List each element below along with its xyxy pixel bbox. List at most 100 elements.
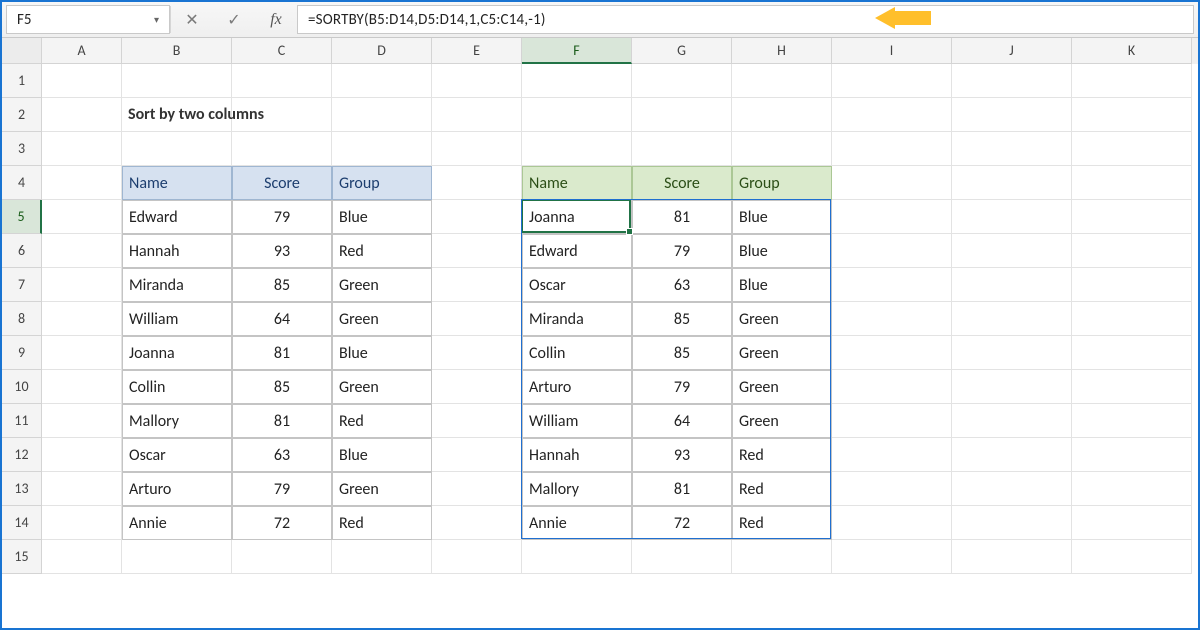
row-header-12[interactable]: 12 xyxy=(2,438,42,472)
cell-F2[interactable] xyxy=(522,98,632,132)
table-cell[interactable]: 81 xyxy=(232,336,332,370)
cell-J14[interactable] xyxy=(952,506,1072,540)
table-cell[interactable]: 79 xyxy=(232,472,332,506)
table-cell[interactable]: Joanna xyxy=(122,336,232,370)
cell-I13[interactable] xyxy=(832,472,952,506)
cell-F3[interactable] xyxy=(522,132,632,166)
table-header[interactable]: Score xyxy=(232,166,332,200)
cell-E10[interactable] xyxy=(432,370,522,404)
table-cell[interactable]: Collin xyxy=(122,370,232,404)
cell-G2[interactable] xyxy=(632,98,732,132)
row-header-14[interactable]: 14 xyxy=(2,506,42,540)
table-cell[interactable]: 93 xyxy=(632,438,732,472)
column-header-I[interactable]: I xyxy=(832,38,952,64)
table-cell[interactable]: Hannah xyxy=(522,438,632,472)
cell-K13[interactable] xyxy=(1072,472,1192,506)
cell-A6[interactable] xyxy=(42,234,122,268)
cell-A8[interactable] xyxy=(42,302,122,336)
cell-J10[interactable] xyxy=(952,370,1072,404)
cell-J8[interactable] xyxy=(952,302,1072,336)
cell-K15[interactable] xyxy=(1072,540,1192,574)
table-cell[interactable]: Collin xyxy=(522,336,632,370)
cell-E15[interactable] xyxy=(432,540,522,574)
table-cell[interactable]: Oscar xyxy=(122,438,232,472)
spreadsheet-grid[interactable]: ABCDEFGHIJK 12Sort by two columns34NameS… xyxy=(2,38,1198,574)
table-cell[interactable]: Blue xyxy=(332,438,432,472)
cell-I14[interactable] xyxy=(832,506,952,540)
table-cell[interactable]: Red xyxy=(332,506,432,540)
column-header-C[interactable]: C xyxy=(232,38,332,64)
cell-E2[interactable] xyxy=(432,98,522,132)
row-header-9[interactable]: 9 xyxy=(2,336,42,370)
cell-K7[interactable] xyxy=(1072,268,1192,302)
column-header-H[interactable]: H xyxy=(732,38,832,64)
table-cell[interactable]: Miranda xyxy=(522,302,632,336)
cell-C1[interactable] xyxy=(232,64,332,98)
cell-I6[interactable] xyxy=(832,234,952,268)
row-header-3[interactable]: 3 xyxy=(2,132,42,166)
cell-K5[interactable] xyxy=(1072,200,1192,234)
cell-E6[interactable] xyxy=(432,234,522,268)
table-cell[interactable]: 79 xyxy=(632,234,732,268)
row-header-8[interactable]: 8 xyxy=(2,302,42,336)
table-cell[interactable]: Green xyxy=(332,268,432,302)
cell-A1[interactable] xyxy=(42,64,122,98)
table-header[interactable]: Group xyxy=(732,166,832,200)
cell-J4[interactable] xyxy=(952,166,1072,200)
cell-J1[interactable] xyxy=(952,64,1072,98)
cell-E8[interactable] xyxy=(432,302,522,336)
column-header-F[interactable]: F xyxy=(522,38,632,64)
cell-J15[interactable] xyxy=(952,540,1072,574)
table-cell[interactable]: 63 xyxy=(632,268,732,302)
cell-D1[interactable] xyxy=(332,64,432,98)
table-cell[interactable]: 64 xyxy=(232,302,332,336)
table-cell[interactable]: Red xyxy=(332,404,432,438)
cell-J11[interactable] xyxy=(952,404,1072,438)
cell-E13[interactable] xyxy=(432,472,522,506)
cell-A5[interactable] xyxy=(42,200,122,234)
cell-J9[interactable] xyxy=(952,336,1072,370)
cell-E14[interactable] xyxy=(432,506,522,540)
column-header-B[interactable]: B xyxy=(122,38,232,64)
table-cell[interactable]: Annie xyxy=(522,506,632,540)
cell-J3[interactable] xyxy=(952,132,1072,166)
table-cell[interactable]: 79 xyxy=(232,200,332,234)
table-cell[interactable]: Green xyxy=(732,370,832,404)
cell-G1[interactable] xyxy=(632,64,732,98)
table-cell[interactable]: 81 xyxy=(632,472,732,506)
cell-A14[interactable] xyxy=(42,506,122,540)
select-all-corner[interactable] xyxy=(2,38,42,64)
cell-C15[interactable] xyxy=(232,540,332,574)
table-cell[interactable]: Edward xyxy=(522,234,632,268)
cell-H1[interactable] xyxy=(732,64,832,98)
row-header-5[interactable]: 5 xyxy=(2,200,42,234)
cell-I4[interactable] xyxy=(832,166,952,200)
cell-A3[interactable] xyxy=(42,132,122,166)
row-header-1[interactable]: 1 xyxy=(2,64,42,98)
cell-H15[interactable] xyxy=(732,540,832,574)
row-header-6[interactable]: 6 xyxy=(2,234,42,268)
table-cell[interactable]: William xyxy=(122,302,232,336)
cancel-formula-button[interactable]: ✕ xyxy=(171,2,213,37)
cell-E4[interactable] xyxy=(432,166,522,200)
cell-K12[interactable] xyxy=(1072,438,1192,472)
row-header-4[interactable]: 4 xyxy=(2,166,42,200)
table-cell[interactable]: 81 xyxy=(232,404,332,438)
cell-A11[interactable] xyxy=(42,404,122,438)
name-box-caret-icon[interactable]: ▾ xyxy=(154,13,159,26)
cell-J13[interactable] xyxy=(952,472,1072,506)
cell-D2[interactable] xyxy=(332,98,432,132)
cell-H3[interactable] xyxy=(732,132,832,166)
cell-A13[interactable] xyxy=(42,472,122,506)
cell-A10[interactable] xyxy=(42,370,122,404)
cell-J12[interactable] xyxy=(952,438,1072,472)
table-cell[interactable]: 63 xyxy=(232,438,332,472)
cell-B3[interactable] xyxy=(122,132,232,166)
cell-I9[interactable] xyxy=(832,336,952,370)
table-cell[interactable]: Mallory xyxy=(122,404,232,438)
insert-function-button[interactable]: fx xyxy=(255,2,297,37)
cell-I5[interactable] xyxy=(832,200,952,234)
table-cell[interactable]: Green xyxy=(732,404,832,438)
table-cell[interactable]: Red xyxy=(732,438,832,472)
cell-D15[interactable] xyxy=(332,540,432,574)
